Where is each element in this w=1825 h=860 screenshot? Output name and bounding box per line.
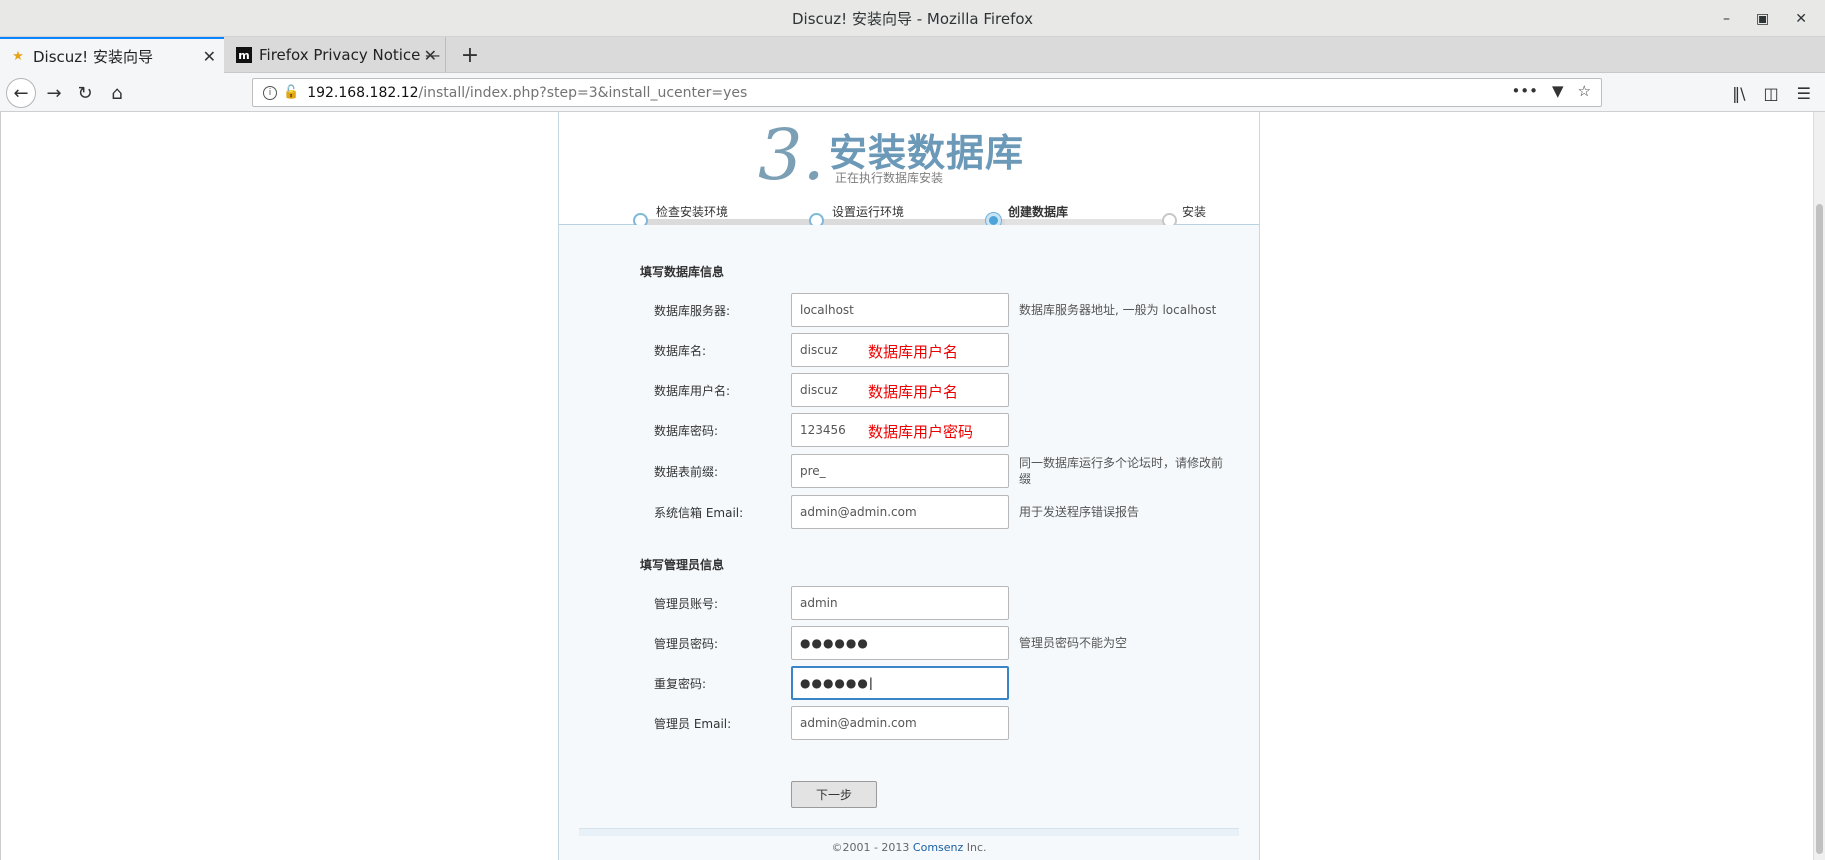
form-row-db-password: 数据库密码: 123456 数据库用户密码 [559,413,1259,447]
next-step-button[interactable]: 下一步 [791,781,877,808]
form-row-admin-account: 管理员账号: admin [559,586,1259,620]
db-section-title: 填写数据库信息 [640,265,725,279]
insecure-lock-icon[interactable]: 🔓 [283,85,299,100]
library-icon[interactable]: ‖\ [1732,84,1745,103]
page-viewport: 3. 安装数据库 正在执行数据库安装 检查安装环境 设置运行环境 创建数据库 安… [0,112,1813,860]
install-wizard-container: 3. 安装数据库 正在执行数据库安装 检查安装环境 设置运行环境 创建数据库 安… [558,112,1260,860]
close-window-icon[interactable]: ✕ [1795,11,1807,27]
mozilla-favicon-icon: m [236,47,252,63]
step-number: 3. [758,114,825,196]
field-label: 重复密码: [654,677,707,691]
reload-icon[interactable]: ↻ [71,79,99,107]
maximize-icon[interactable]: ▣ [1756,11,1769,27]
back-arrow-icon[interactable]: ← [6,78,36,108]
form-row-admin-password: 管理员密码: ●●●●●● 管理员密码不能为空 [559,626,1259,660]
field-hint: 用于发送程序错误报告 [1019,505,1140,519]
admin-account-input[interactable]: admin [791,586,1009,620]
step-label: 设置运行环境 [832,205,905,219]
admin-section-title: 填写管理员信息 [640,558,725,572]
form-row-db-host: 数据库服务器: localhost 数据库服务器地址, 一般为 localhos… [559,293,1259,327]
field-label: 数据库密码: [654,424,719,438]
tab-label: Firefox Privacy Notice — [259,46,441,64]
url-path: /install/index.php?step=3&install_ucente… [418,84,748,101]
step-label: 安装 [1182,205,1207,219]
wizard-form: 填写数据库信息 数据库服务器: localhost 数据库服务器地址, 一般为 … [559,225,1259,860]
info-icon[interactable]: i [263,85,277,100]
red-annotation: 数据库用户密码 [868,423,974,441]
menu-hamburger-icon[interactable]: ☰ [1797,84,1811,103]
field-label: 数据表前缀: [654,465,719,479]
table-prefix-input[interactable]: pre_ [791,454,1009,488]
url-bar[interactable]: i 🔓 192.168.182.12 /install/index.php?st… [252,78,1602,107]
field-label: 系统信箱 Email: [654,506,744,520]
form-row-db-name: 数据库名: discuz 数据库用户名 [559,333,1259,367]
red-annotation: 数据库用户名 [868,383,959,401]
window-titlebar: Discuz! 安装向导 - Mozilla Firefox – ▣ ✕ [0,0,1825,37]
navigation-toolbar: ← → ↻ ⌂ i 🔓 192.168.182.12 /install/inde… [0,73,1825,112]
wizard-header: 3. 安装数据库 正在执行数据库安装 检查安装环境 设置运行环境 创建数据库 安… [559,112,1259,228]
close-tab-icon[interactable]: ✕ [203,47,216,66]
form-row-system-email: 系统信箱 Email: admin@admin.com 用于发送程序错误报告 [559,495,1259,529]
system-email-input[interactable]: admin@admin.com [791,495,1009,529]
step-label-current: 创建数据库 [1008,205,1069,219]
bookmark-star-icon[interactable]: ☆ [1578,82,1591,100]
minimize-icon[interactable]: – [1723,11,1730,27]
form-row-admin-email: 管理员 Email: admin@admin.com [559,706,1259,740]
step-label: 检查安装环境 [656,205,729,219]
tab-privacy-notice[interactable]: m Firefox Privacy Notice — ✕ [226,37,446,73]
home-icon[interactable]: ⌂ [103,79,131,107]
step-subtitle: 正在执行数据库安装 [835,171,944,185]
field-label: 数据库用户名: [654,384,731,398]
discuz-favicon-icon: ★ [12,48,24,64]
form-row-table-prefix: 数据表前缀: pre_ 同一数据库运行多个论坛时，请修改前缀 [559,454,1259,488]
form-row-db-user: 数据库用户名: discuz 数据库用户名 [559,373,1259,407]
pocket-icon[interactable]: ▼ [1552,82,1564,100]
footer-copyright: ©2001 - 2013 Comsenz Inc. [831,841,987,854]
tab-discuz-install[interactable]: ★ Discuz! 安装向导 ✕ [0,37,224,73]
field-label: 管理员账号: [654,597,719,611]
red-annotation: 数据库用户名 [868,343,959,361]
tab-label: Discuz! 安装向导 [33,47,153,66]
footer-divider [579,828,1239,836]
field-label: 数据库服务器: [654,304,731,318]
scrollbar-thumb[interactable] [1816,204,1823,854]
sidebar-icon[interactable]: ◫ [1764,84,1779,103]
form-row-repeat-password: 重复密码: ●●●●●●| [559,666,1259,700]
comsenz-link[interactable]: Comsenz [913,841,963,854]
field-label: 数据库名: [654,344,707,358]
field-label: 管理员密码: [654,637,719,651]
forward-arrow-icon[interactable]: → [40,79,68,107]
field-hint: 数据库服务器地址, 一般为 localhost [1019,303,1217,317]
db-host-input[interactable]: localhost [791,293,1009,327]
repeat-password-input[interactable]: ●●●●●●| [791,666,1009,700]
admin-password-input[interactable]: ●●●●●● [791,626,1009,660]
vertical-scrollbar[interactable] [1813,112,1825,860]
close-tab-icon[interactable]: ✕ [424,46,437,65]
field-hint: 同一数据库运行多个论坛时，请修改前缀 [1019,456,1224,486]
field-label: 管理员 Email: [654,717,732,731]
db-name-input[interactable]: discuz 数据库用户名 [791,333,1009,367]
new-tab-plus-icon[interactable]: + [456,37,484,73]
admin-email-input[interactable]: admin@admin.com [791,706,1009,740]
tab-bar: ★ Discuz! 安装向导 ✕ m Firefox Privacy Notic… [0,37,1825,73]
url-host: 192.168.182.12 [307,84,419,101]
page-actions-icon[interactable]: ••• [1511,82,1538,100]
db-user-input[interactable]: discuz 数据库用户名 [791,373,1009,407]
field-hint: 管理员密码不能为空 [1019,636,1128,650]
db-password-input[interactable]: 123456 数据库用户密码 [791,413,1009,447]
window-title: Discuz! 安装向导 - Mozilla Firefox [792,9,1033,28]
